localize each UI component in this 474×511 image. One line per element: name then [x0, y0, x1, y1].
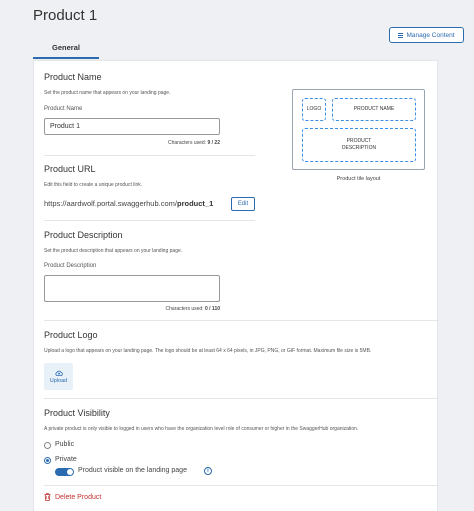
- divider: [44, 155, 255, 156]
- product-name-title: Product Name: [44, 72, 102, 82]
- url-base: https://aardwolf.portal.swaggerhub.com/: [44, 199, 177, 208]
- product-url-description: Edit this field to create a unique produ…: [44, 182, 143, 188]
- list-icon: [398, 32, 404, 38]
- product-description-title: Product Description: [44, 230, 123, 240]
- visibility-private-label: Private: [55, 456, 77, 463]
- trash-icon: [44, 493, 51, 501]
- product-url-value: https://aardwolf.portal.swaggerhub.com/p…: [44, 199, 213, 208]
- landing-page-visibility-label: Product visible on the landing page: [78, 467, 187, 474]
- tile-description-placeholder: PRODUCT DESCRIPTION: [302, 128, 416, 162]
- page-title: Product 1: [33, 7, 98, 24]
- char-count-prefix: Characters used:: [165, 306, 204, 312]
- delete-product-button[interactable]: Delete Product: [44, 493, 101, 501]
- landing-page-visibility-toggle[interactable]: [55, 468, 74, 476]
- divider: [44, 220, 255, 221]
- product-visibility-title: Product Visibility: [44, 408, 110, 418]
- product-name-field-label: Product Name: [44, 106, 83, 112]
- product-logo-description: Upload a logo that appears on your landi…: [44, 348, 372, 354]
- manage-content-label: Manage Content: [406, 31, 455, 39]
- char-count-value: 9 / 22: [207, 140, 220, 146]
- divider: [44, 485, 439, 486]
- divider: [44, 320, 439, 321]
- tile-logo-placeholder: LOGO: [302, 98, 326, 121]
- char-count-value: 0 / 110: [204, 306, 220, 312]
- upload-logo-button[interactable]: Upload: [44, 363, 73, 390]
- product-description-textarea[interactable]: [44, 275, 220, 302]
- product-tile-layout: LOGO PRODUCT NAME PRODUCT DESCRIPTION: [292, 89, 425, 170]
- visibility-public-radio[interactable]: [44, 442, 51, 449]
- visibility-public-label: Public: [55, 441, 75, 448]
- product-name-description: Set the product name that appears on you…: [44, 90, 171, 96]
- product-description-char-count: Characters used: 0 / 110: [120, 306, 220, 312]
- visibility-private-radio[interactable]: [44, 457, 51, 464]
- cloud-upload-icon: [54, 370, 63, 376]
- tile-name-placeholder: PRODUCT NAME: [332, 98, 416, 121]
- product-url-title: Product URL: [44, 164, 96, 174]
- url-slug: product_1: [177, 199, 214, 208]
- edit-url-button[interactable]: Edit: [231, 197, 255, 211]
- info-icon[interactable]: i: [204, 467, 212, 475]
- product-description-help: Set the product description that appears…: [44, 248, 183, 254]
- tile-layout-caption: Product tile layout: [336, 176, 381, 182]
- product-name-input[interactable]: Product 1: [44, 118, 220, 135]
- product-name-char-count: Characters used: 9 / 22: [120, 140, 220, 146]
- product-description-field-label: Product Description: [44, 263, 97, 269]
- product-visibility-description: A private product is only visible to log…: [44, 426, 359, 432]
- upload-label: Upload: [49, 377, 68, 384]
- char-count-prefix: Characters used:: [168, 140, 207, 146]
- product-logo-title: Product Logo: [44, 330, 98, 340]
- delete-product-label: Delete Product: [55, 493, 102, 501]
- tab-general[interactable]: General: [33, 43, 99, 59]
- manage-content-button[interactable]: Manage Content: [389, 27, 464, 43]
- divider: [44, 398, 439, 399]
